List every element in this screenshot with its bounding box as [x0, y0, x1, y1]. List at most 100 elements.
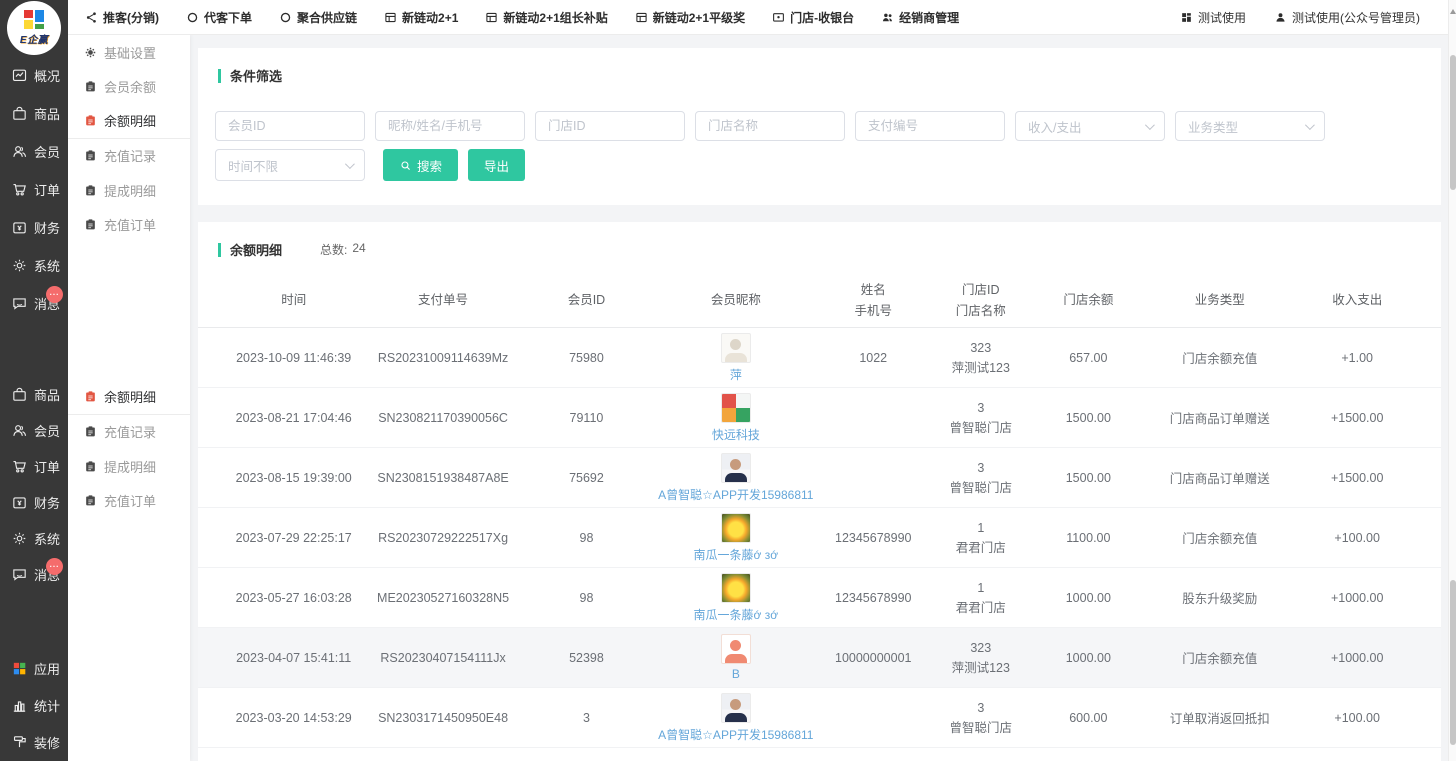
search-button[interactable]: 搜索	[383, 149, 458, 181]
filter-select[interactable]: 收入/支出	[1015, 111, 1165, 141]
submenu-item[interactable]: 充值记录	[68, 415, 190, 450]
member-nickname-link[interactable]: 萍	[730, 366, 742, 383]
window-icon	[635, 11, 648, 24]
finance-icon	[11, 219, 28, 236]
top-nav-item[interactable]: 测试使用	[1180, 9, 1246, 26]
submenu-label: 充值订单	[104, 491, 156, 510]
submenu-label: 充值记录	[104, 146, 156, 165]
top-nav-item[interactable]: 新链动2+1	[384, 9, 458, 26]
store-name: 君君门店	[927, 538, 1035, 558]
store-name: 萍测试123	[927, 658, 1035, 678]
submenu-item[interactable]: 余额明细	[68, 104, 190, 139]
submenu-item[interactable]: 提成明细	[68, 173, 190, 208]
logo[interactable]: E企赢	[7, 1, 61, 55]
submenu-item[interactable]: 基础设置	[68, 35, 190, 70]
cell-pay-no: SN230821170390056C	[365, 411, 520, 425]
top-nav-item[interactable]: 新链动2+1组长补贴	[485, 9, 607, 26]
cell-amount: +1500.00	[1297, 411, 1417, 425]
sidebar-item[interactable]: 会员	[0, 132, 68, 170]
filter-title: 条件筛选	[230, 66, 282, 85]
top-nav-item[interactable]: 经销商管理	[881, 9, 959, 26]
doc-icon	[84, 425, 97, 438]
filter-input[interactable]	[215, 111, 365, 141]
sidebar-item[interactable]: 消息 ...	[0, 556, 68, 592]
sidebar-item[interactable]: 订单	[0, 448, 68, 484]
scrollbar-thumb[interactable]	[1450, 55, 1456, 190]
cell-member: A曾智聪☆APP开发15986811	[652, 453, 819, 503]
cell-member-id: 3	[521, 711, 652, 725]
submenu-item[interactable]: 会员余额	[68, 70, 190, 105]
filter-input[interactable]	[855, 111, 1005, 141]
filter-input[interactable]	[695, 111, 845, 141]
top-nav-item[interactable]: 新链动2+1平级奖	[635, 9, 745, 26]
sidebar-item[interactable]: 系统	[0, 520, 68, 556]
share-icon	[85, 11, 98, 24]
time-range-select[interactable]: 时间不限	[215, 149, 365, 181]
sidebar-item[interactable]: 订单	[0, 170, 68, 208]
sidebar-item[interactable]: 应用	[0, 650, 68, 687]
cell-amount: +1.00	[1297, 351, 1417, 365]
select-value: 业务类型	[1188, 117, 1238, 136]
top-navigation: 推客(分销) 代客下单 聚合供应链 新链动2+1 新链动2+1组长补贴 新链动2…	[68, 9, 959, 26]
store-id: 3	[927, 458, 1035, 478]
sidebar-item[interactable]: 会员	[0, 412, 68, 448]
sidebar-item[interactable]: 商品	[0, 94, 68, 132]
table-row: 3	[198, 748, 1441, 761]
cell-time: 2023-07-29 22:25:17	[222, 531, 365, 545]
sidebar-item[interactable]: 财务	[0, 208, 68, 246]
sidebar-item[interactable]: 商品	[0, 376, 68, 412]
overview-icon	[11, 67, 28, 84]
cell-biz-type: 门店余额充值	[1142, 348, 1297, 367]
member-nickname-link[interactable]: A曾智聪☆APP开发15986811	[658, 486, 813, 503]
users-icon	[881, 11, 894, 24]
member-nickname-link[interactable]: B	[732, 667, 740, 681]
filter-select[interactable]: 业务类型	[1175, 111, 1325, 141]
member-nickname-link[interactable]: 南瓜一条藤ớ зớ	[694, 546, 779, 563]
page-scrollbar[interactable]	[1448, 0, 1456, 761]
scrollbar-thumb[interactable]	[1450, 580, 1456, 745]
cell-member: 南瓜一条藤ớ зớ	[652, 513, 819, 563]
column-header: 门店余额	[1035, 290, 1143, 311]
chevron-down-icon	[345, 159, 355, 169]
cell-pay-no: SN2308151938487A8E	[365, 471, 520, 485]
sidebar-item[interactable]: 消息 ...	[0, 284, 68, 322]
top-nav-item[interactable]: 推客(分销)	[85, 9, 159, 26]
cell-member-id: 98	[521, 591, 652, 605]
top-nav-item[interactable]: 门店-收银台	[772, 9, 854, 26]
top-nav-item[interactable]: 聚合供应链	[279, 9, 357, 26]
member-avatar	[721, 333, 751, 363]
window-icon	[485, 11, 498, 24]
member-nickname-link[interactable]: A曾智聪☆APP开发15986811	[658, 726, 813, 743]
export-button[interactable]: 导出	[468, 149, 525, 181]
user-icon	[1274, 11, 1287, 24]
scroll-up-arrow-icon[interactable]	[1450, 9, 1456, 14]
top-nav-item[interactable]: 代客下单	[186, 9, 252, 26]
doc-icon	[84, 114, 97, 127]
store-id: 3	[927, 398, 1035, 418]
submenu-item[interactable]: 余额明细	[68, 380, 190, 415]
submenu-item[interactable]: 充值记录	[68, 139, 190, 174]
sidebar-item[interactable]: 统计	[0, 687, 68, 724]
sidebar-item[interactable]: 系统	[0, 246, 68, 284]
cell-member-id: 75692	[521, 471, 652, 485]
sidebar-item[interactable]: 装修	[0, 724, 68, 761]
sidebar-label: 会员	[34, 142, 60, 161]
sidebar-label: 统计	[34, 696, 60, 715]
submenu-item[interactable]: 充值订单	[68, 484, 190, 519]
submenu-item[interactable]: 提成明细	[68, 449, 190, 484]
goods-icon	[11, 105, 28, 122]
member-nickname-link[interactable]: 南瓜一条藤ớ зớ	[694, 606, 779, 623]
sidebar-item[interactable]: 概况	[0, 56, 68, 94]
sidebar-group-footer: 应用 统计 装修	[0, 650, 68, 761]
top-nav-item[interactable]: 测试使用(公众号管理员)	[1274, 9, 1420, 26]
member-nickname-link[interactable]: 快远科技	[712, 426, 760, 443]
submenu-item[interactable]: 充值订单	[68, 208, 190, 243]
sidebar-item[interactable]: 财务	[0, 484, 68, 520]
filter-input[interactable]	[535, 111, 685, 141]
doc-icon	[84, 149, 97, 162]
submenu-group-bottom: 余额明细 充值记录 提成明细 充值订单	[68, 380, 190, 518]
sidebar-label: 商品	[34, 385, 60, 404]
search-button-label: 搜索	[417, 156, 442, 175]
filter-input[interactable]	[375, 111, 525, 141]
filter-title-row: 条件筛选	[198, 48, 1441, 85]
